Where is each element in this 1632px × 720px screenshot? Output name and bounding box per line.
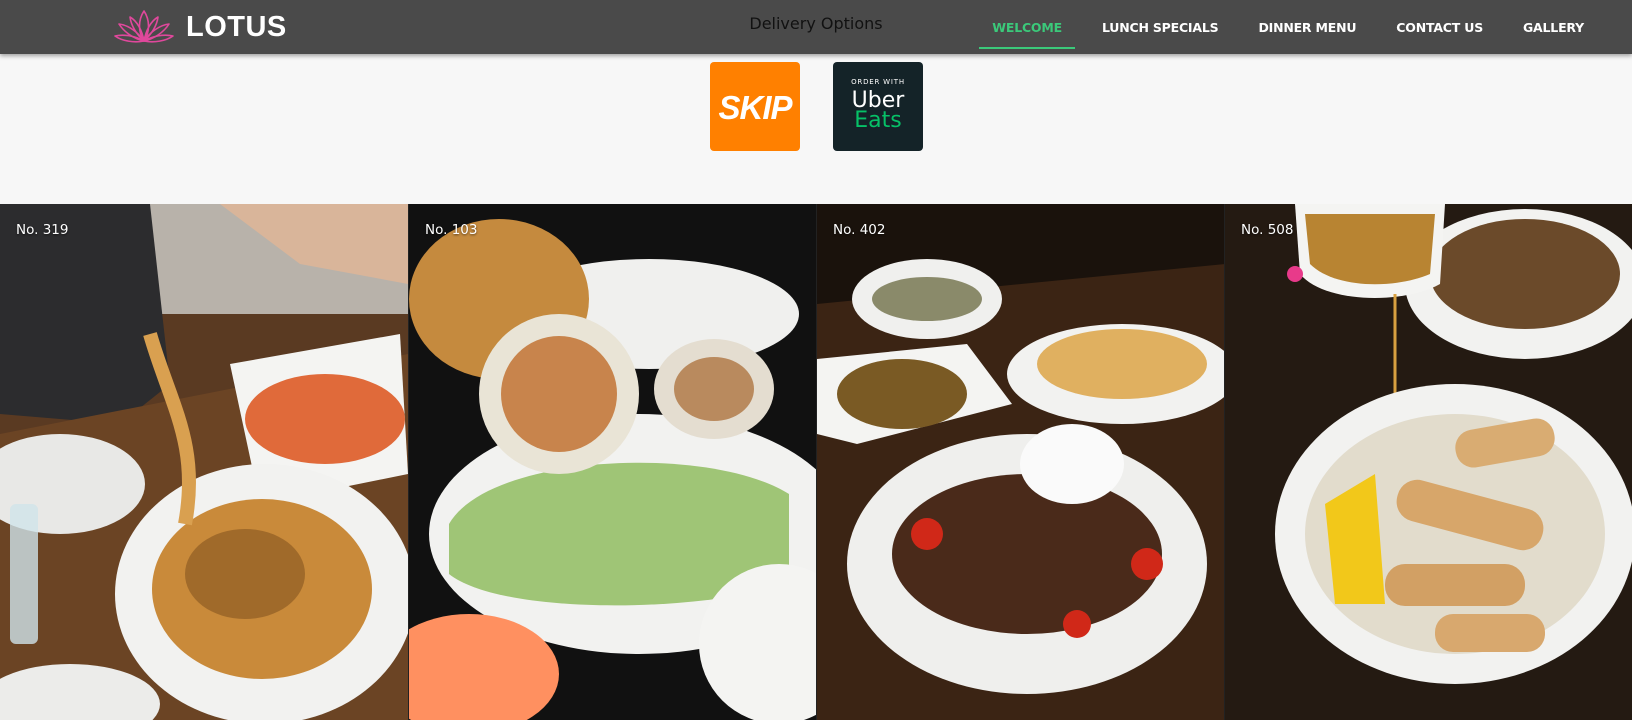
gallery-tile[interactable]: No. 402 — [816, 204, 1224, 720]
nav-gallery[interactable]: GALLERY — [1523, 20, 1584, 35]
dish-number-label: No. 402 — [833, 222, 886, 238]
gallery-tile[interactable]: No. 508 — [1224, 204, 1632, 720]
brand-name: LOTUS — [186, 10, 287, 43]
food-gallery: No. 319 No. 103 No. 402 No. 508 — [0, 204, 1632, 720]
ubereats-delivery-button[interactable]: ORDER WITH Uber Eats — [833, 62, 923, 151]
skip-delivery-button[interactable]: SKIP — [710, 62, 800, 151]
nav-dinner-menu[interactable]: DINNER MENU — [1258, 20, 1356, 35]
skip-logo-text: SKIP — [718, 89, 792, 126]
food-photo-spring-rolls — [409, 204, 816, 720]
food-photo-noodles — [0, 204, 408, 720]
lotus-icon — [114, 10, 174, 43]
food-photo-stir-fry — [817, 204, 1224, 720]
gallery-tile[interactable]: No. 319 — [0, 204, 408, 720]
brand-link[interactable]: LOTUS — [112, 8, 287, 46]
nav-contact-us[interactable]: CONTACT US — [1396, 20, 1483, 35]
dish-number-label: No. 508 — [1241, 222, 1294, 238]
delivery-options-title: Delivery Options — [749, 14, 883, 33]
ubereats-order-with: ORDER WITH — [851, 78, 905, 86]
food-photo-vermicelli — [1225, 204, 1632, 720]
gallery-tile[interactable]: No. 103 — [408, 204, 816, 720]
nav-welcome[interactable]: WELCOME — [979, 20, 1075, 49]
dish-number-label: No. 319 — [16, 222, 69, 238]
delivery-options: SKIP ORDER WITH Uber Eats — [710, 62, 923, 151]
nav-lunch-specials[interactable]: LUNCH SPECIALS — [1102, 20, 1219, 35]
ubereats-eats-text: Eats — [854, 108, 902, 133]
dish-number-label: No. 103 — [425, 222, 478, 238]
top-navbar: LOTUS Delivery Options WELCOME LUNCH SPE… — [0, 0, 1632, 54]
main-nav: WELCOME LUNCH SPECIALS DINNER MENU CONTA… — [952, 0, 1584, 54]
